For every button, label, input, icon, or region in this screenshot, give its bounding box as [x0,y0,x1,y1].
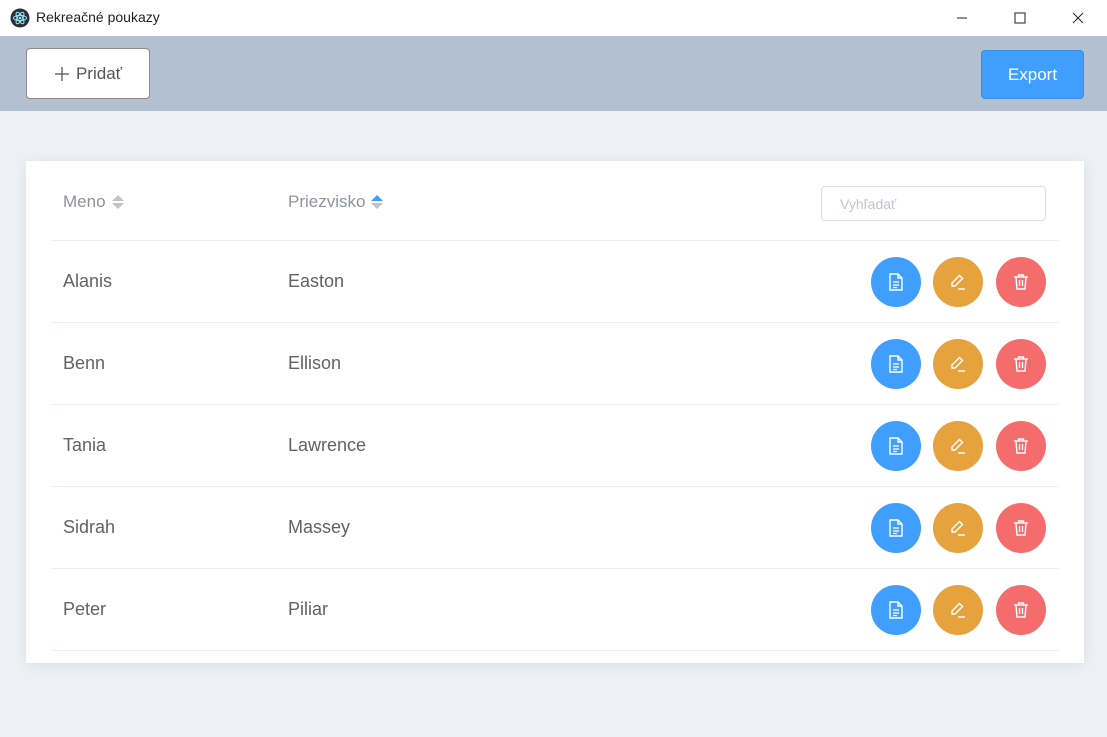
close-icon [1072,12,1084,24]
table-row: Benn Ellison [51,323,1059,405]
table-row: Tania Lawrence [51,405,1059,487]
minimize-icon [957,17,967,19]
edit-icon [951,274,965,290]
sort-ascending-icon[interactable] [111,195,124,201]
delete-icon [1014,438,1028,454]
edit-button[interactable] [933,503,983,553]
column-header-priezvisko[interactable]: Priezvisko [288,192,384,212]
cell-priezvisko: Massey [288,517,351,537]
cell-priezvisko: Piliar [288,599,329,619]
edit-button[interactable] [933,421,983,471]
document-icon [889,519,903,537]
document-icon [889,355,903,373]
window-title: Rekreačné poukazy [36,9,160,25]
title-bar: Rekreačné poukazy [0,0,1107,36]
edit-icon [951,356,965,372]
cell-meno: Alanis [63,271,113,291]
delete-icon [1014,602,1028,618]
add-button-label: Pridať [75,63,123,83]
edit-icon [951,520,965,536]
cell-meno: Peter [63,599,107,619]
table-row: Sidrah Massey [51,487,1059,569]
edit-button[interactable] [933,339,983,389]
plus-icon [54,66,69,81]
cell-meno: Tania [63,435,107,455]
delete-button[interactable] [996,421,1046,471]
sort-caret-icon[interactable] [371,195,384,209]
delete-button[interactable] [996,585,1046,635]
delete-icon [1014,356,1028,372]
sort-caret-icon[interactable] [111,195,124,209]
close-button[interactable] [1049,0,1107,36]
cell-meno: Benn [63,353,106,373]
table-row: Alanis Easton [51,241,1059,323]
detail-button[interactable] [871,503,921,553]
sort-descending-icon[interactable] [371,203,384,209]
cell-meno: Sidrah [63,517,116,537]
detail-button[interactable] [871,585,921,635]
export-button[interactable]: Export [981,50,1084,99]
records-card: Meno Priezvisko Alanis Easton [26,161,1084,663]
delete-button[interactable] [996,503,1046,553]
sort-descending-icon[interactable] [111,203,124,209]
delete-button[interactable] [996,339,1046,389]
cell-priezvisko: Easton [288,271,345,291]
search-input[interactable] [821,186,1046,221]
top-toolbar: Pridať Export [0,36,1107,111]
add-button[interactable]: Pridať [26,48,150,99]
delete-icon [1014,520,1028,536]
minimize-button[interactable] [933,0,991,36]
delete-icon [1014,274,1028,290]
document-icon [889,273,903,291]
column-header-priezvisko-label: Priezvisko [288,192,366,211]
cell-priezvisko: Ellison [288,353,342,373]
column-header-meno-label: Meno [63,192,106,211]
column-header-meno[interactable]: Meno [63,192,124,212]
detail-button[interactable] [871,257,921,307]
table-row: Peter Piliar [51,569,1059,651]
document-icon [889,601,903,619]
sort-ascending-icon[interactable] [371,195,384,201]
detail-button[interactable] [871,339,921,389]
edit-icon [951,438,965,454]
app-logo-icon [10,8,30,28]
table-header: Meno Priezvisko [51,161,1059,241]
maximize-button[interactable] [991,0,1049,36]
edit-button[interactable] [933,257,983,307]
detail-button[interactable] [871,421,921,471]
edit-icon [951,602,965,618]
cell-priezvisko: Lawrence [288,435,367,455]
maximize-icon [1014,12,1026,24]
document-icon [889,437,903,455]
export-button-label: Export [1007,64,1058,84]
edit-button[interactable] [933,585,983,635]
delete-button[interactable] [996,257,1046,307]
